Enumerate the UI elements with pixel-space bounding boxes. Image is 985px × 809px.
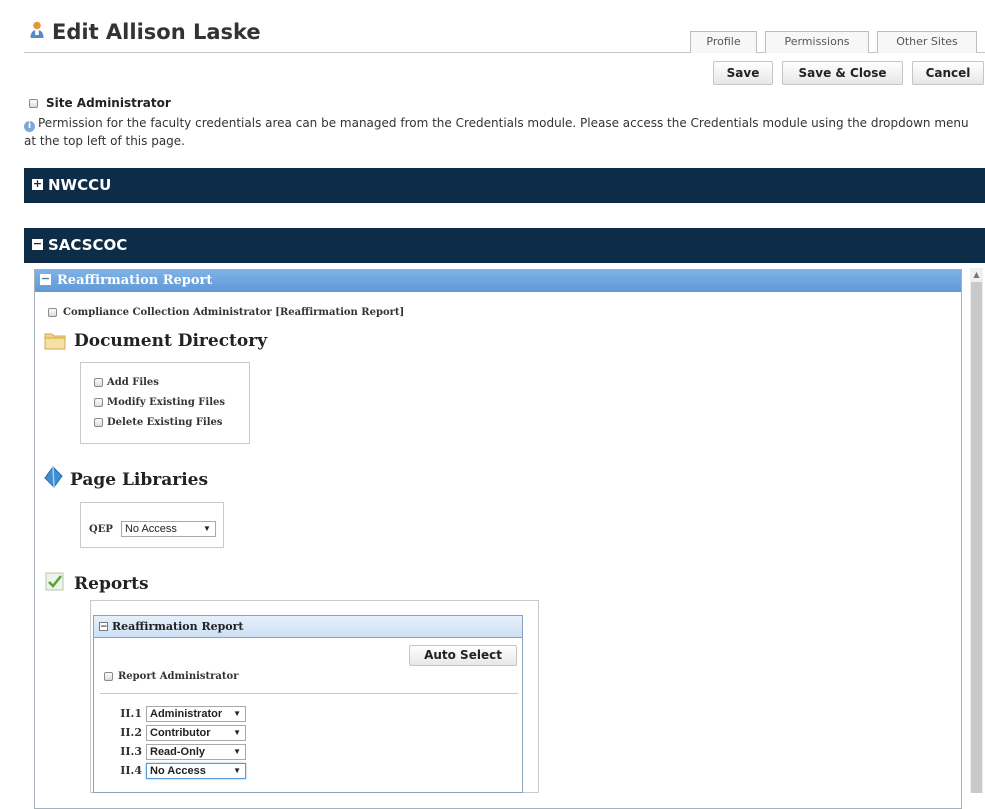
qep-select-value: No Access — [124, 523, 177, 535]
page-libraries-box: QEP No Access ▼ — [80, 502, 224, 548]
report-admin-label: Report Administrator — [118, 671, 239, 682]
report-item-row: II.4 No Access ▼ — [104, 761, 246, 780]
page-libraries-title: Page Libraries — [70, 470, 209, 490]
report-item-select[interactable]: Read-Only ▼ — [146, 744, 246, 760]
report-item-value: Read-Only — [150, 746, 206, 758]
add-files-row: Add Files — [94, 373, 225, 393]
document-directory-permissions: Add Files Modify Existing Files Delete E… — [80, 362, 250, 444]
tab-other-sites[interactable]: Other Sites — [877, 31, 977, 53]
modify-files-checkbox[interactable] — [94, 398, 103, 407]
reports-title: Reports — [74, 574, 149, 594]
report-item-row: II.2 Contributor ▼ — [104, 723, 246, 742]
report-item-select[interactable]: No Access ▼ — [146, 763, 246, 779]
user-icon — [30, 21, 44, 43]
qep-label: QEP — [89, 524, 113, 535]
section-sacscoc-label: SACSCOC — [48, 236, 128, 254]
report-item-code: II.1 — [120, 707, 142, 720]
auto-select-button[interactable]: Auto Select — [409, 645, 517, 666]
scrollbar-thumb[interactable] — [971, 282, 982, 793]
compliance-admin-label: Compliance Collection Administrator [Rea… — [63, 307, 405, 318]
dropdown-arrow-icon: ▼ — [233, 766, 241, 775]
report-items: II.1 Administrator ▼ II.2 Contributor ▼ II.3… — [104, 704, 246, 780]
report-item-value: Administrator — [150, 708, 223, 720]
report-item-value: No Access — [150, 765, 206, 777]
report-panel-header-label: Reaffirmation Report — [112, 620, 244, 633]
info-message: i Permission for the faculty credentials … — [24, 114, 969, 150]
tab-profile[interactable]: Profile — [690, 31, 757, 53]
report-item-row: II.3 Read-Only ▼ — [104, 742, 246, 761]
report-item-code: II.4 — [120, 764, 142, 777]
add-files-checkbox[interactable] — [94, 378, 103, 387]
save-button[interactable]: Save — [713, 61, 773, 85]
divider — [100, 693, 518, 694]
page-title: Edit Allison Laske — [52, 20, 261, 44]
delete-files-checkbox[interactable] — [94, 418, 103, 427]
page-header: Edit Allison Laske — [30, 20, 261, 44]
report-admin-checkbox[interactable] — [104, 672, 113, 681]
modify-files-label: Modify Existing Files — [107, 397, 225, 408]
dropdown-arrow-icon: ▼ — [233, 747, 241, 756]
section-nwccu-label: NWCCU — [48, 176, 112, 194]
reports-icon — [44, 570, 66, 596]
tab-permissions[interactable]: Permissions — [765, 31, 869, 53]
document-directory-title: Document Directory — [74, 331, 268, 351]
reaffirmation-panel-header[interactable]: − Reaffirmation Report — [35, 270, 961, 292]
site-administrator-row: Site Administrator — [29, 96, 171, 110]
compliance-admin-checkbox[interactable] — [48, 308, 57, 317]
section-nwccu[interactable]: + NWCCU — [24, 168, 985, 203]
report-item-code: II.3 — [120, 745, 142, 758]
delete-files-row: Delete Existing Files — [94, 413, 225, 433]
reaffirmation-header-label: Reaffirmation Report — [57, 273, 213, 288]
scroll-up-arrow-icon[interactable]: ▲ — [970, 268, 983, 281]
qep-select[interactable]: No Access ▼ — [120, 521, 216, 537]
report-admin-row: Report Administrator — [104, 671, 238, 682]
report-item-row: II.1 Administrator ▼ — [104, 704, 246, 723]
collapse-icon[interactable]: − — [40, 273, 51, 285]
section-sacscoc[interactable]: − SACSCOC — [24, 228, 985, 263]
cancel-button[interactable]: Cancel — [912, 61, 984, 85]
folder-icon — [44, 330, 66, 354]
library-icon — [42, 466, 64, 492]
dropdown-arrow-icon: ▼ — [203, 524, 211, 533]
save-close-button[interactable]: Save & Close — [782, 61, 903, 85]
report-item-value: Contributor — [150, 727, 211, 739]
info-icon: i — [24, 121, 35, 132]
dropdown-arrow-icon: ▼ — [233, 709, 241, 718]
site-administrator-checkbox[interactable] — [29, 99, 38, 108]
compliance-admin-row: Compliance Collection Administrator [Rea… — [48, 307, 404, 318]
delete-files-label: Delete Existing Files — [107, 417, 223, 428]
dropdown-arrow-icon: ▼ — [233, 728, 241, 737]
report-item-select[interactable]: Administrator ▼ — [146, 706, 246, 722]
modify-files-row: Modify Existing Files — [94, 393, 225, 413]
report-panel-header[interactable]: − Reaffirmation Report — [94, 616, 522, 638]
info-text: Permission for the faculty credentials a… — [24, 116, 969, 148]
expand-icon[interactable]: + — [32, 178, 43, 190]
site-administrator-label: Site Administrator — [46, 96, 171, 110]
report-panel: − Reaffirmation Report Auto Select Report… — [93, 615, 523, 793]
collapse-icon[interactable]: − — [32, 238, 43, 250]
add-files-label: Add Files — [107, 377, 159, 388]
collapse-icon[interactable]: − — [99, 621, 108, 631]
report-item-select[interactable]: Contributor ▼ — [146, 725, 246, 741]
report-item-code: II.2 — [120, 726, 142, 739]
